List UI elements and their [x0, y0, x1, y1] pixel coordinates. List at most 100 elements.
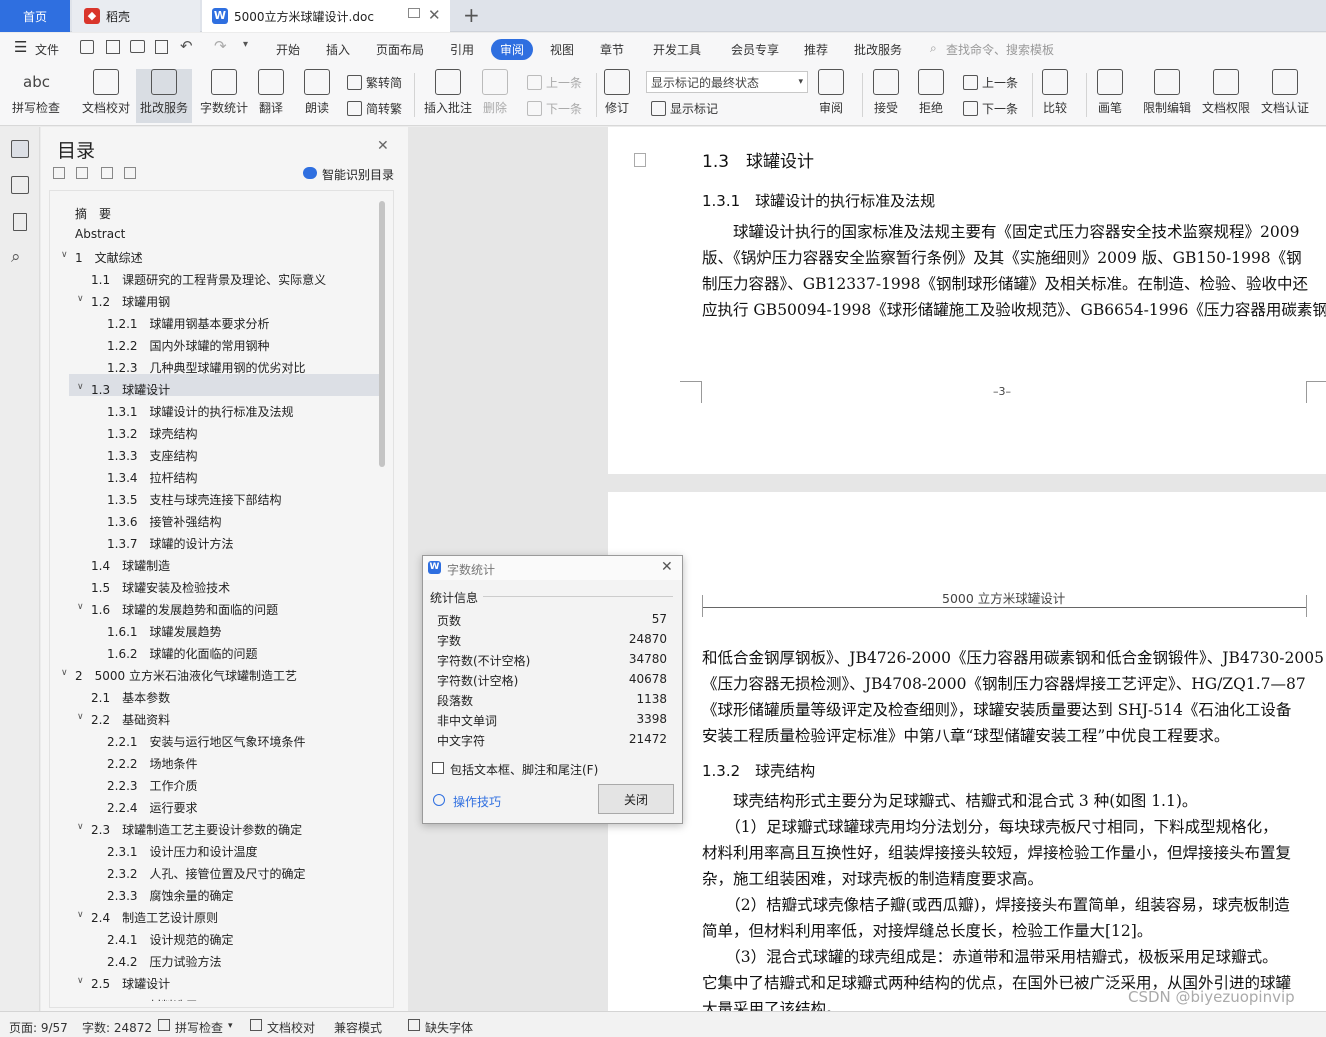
toc-item[interactable]: ∨ 2.3 球罐制造工艺主要设计参数的确定	[41, 817, 377, 839]
markup-state-select[interactable]: 显示标记的最终状态 ▾	[646, 71, 808, 93]
toc-item[interactable]: ∨ 2.5 球罐设计	[41, 971, 377, 993]
status-word-count[interactable]: 字数: 24872	[82, 1019, 152, 1036]
status-missing-font[interactable]: 缺失字体	[425, 1019, 473, 1036]
toc-expand-chevron-icon[interactable]: ∨	[77, 976, 84, 986]
delete-comment-button[interactable]: 删除	[482, 69, 508, 116]
menu-recommend[interactable]: 推荐	[804, 41, 828, 58]
toc-item[interactable]: Abstract	[41, 223, 377, 245]
tab-daoke[interactable]: ◆ 稻壳	[72, 0, 200, 32]
toc-item[interactable]: 2.1 基本参数	[41, 685, 377, 707]
doc-cert-button[interactable]: 文档认证	[1261, 69, 1309, 116]
tab-restore-icon[interactable]	[408, 8, 420, 18]
show-markup-button[interactable]: 显示标记	[651, 100, 718, 117]
toc-item[interactable]: ∨ 1 文献综述	[41, 245, 377, 267]
toc-item[interactable]: 1.2.1 球罐用钢基本要求分析	[41, 311, 377, 333]
toc-item[interactable]: 1.3.1 球罐设计的执行标准及法规	[41, 399, 377, 421]
toc-expand-chevron-icon[interactable]: ∨	[61, 250, 68, 260]
quick-access-dropdown-icon[interactable]: ▾	[243, 39, 248, 50]
toc-item[interactable]: ∨ 2 5000 立方米石油液化气球罐制造工艺	[41, 663, 377, 685]
toc-item[interactable]: 1.6.1 球罐发展趋势	[41, 619, 377, 641]
tab-home[interactable]: 首页	[0, 0, 70, 32]
menu-chapter[interactable]: 章节	[600, 41, 624, 58]
menu-file[interactable]: 文件	[35, 41, 59, 58]
revise-service-button[interactable]: 批改服务	[136, 69, 192, 123]
read-aloud-button[interactable]: 朗读	[304, 69, 330, 116]
hamburger-icon[interactable]: ☰	[14, 38, 27, 56]
toc-item[interactable]: ∨ 2.4 制造工艺设计原则	[41, 905, 377, 927]
status-compat-mode[interactable]: 兼容模式	[334, 1019, 382, 1036]
toc-item[interactable]: ∨ 2.2 基础资料	[41, 707, 377, 729]
toc-expand-chevron-icon[interactable]: ∨	[77, 602, 84, 612]
tab-document[interactable]: W 5000立方米球罐设计.doc ✕	[202, 0, 450, 32]
menu-review[interactable]: 审阅	[491, 39, 534, 60]
navigation-icon[interactable]	[11, 176, 29, 194]
undo-icon[interactable]: ↶	[180, 37, 193, 55]
toc-item[interactable]: 2.2.3 工作介质	[41, 773, 377, 795]
toc-item[interactable]: 1.3.3 支座结构	[41, 443, 377, 465]
status-spell-check[interactable]: 拼写检查	[175, 1019, 223, 1036]
next-comment-button[interactable]: 下一条	[527, 100, 582, 117]
track-changes-button[interactable]: 修订	[604, 69, 630, 116]
proofread-button[interactable]: 文档校对	[82, 69, 130, 116]
prev-change-button[interactable]: 上一条	[963, 74, 1018, 91]
toc-item[interactable]: 2.3.3 腐蚀余量的确定	[41, 883, 377, 905]
toc-item[interactable]: 1.5 球罐安装及检验技术	[41, 575, 377, 597]
toc-item[interactable]: 1.3.6 接管补强结构	[41, 509, 377, 531]
toc-item[interactable]: 1.3.2 球壳结构	[41, 421, 377, 443]
toc-item[interactable]: 2.4.2 压力试验方法	[41, 949, 377, 971]
toc-item[interactable]: ∨ 1.3 球罐设计	[41, 377, 377, 399]
bookmark-icon[interactable]	[13, 213, 27, 231]
chevron-down-icon[interactable]: ▾	[228, 1021, 233, 1031]
toc-item[interactable]: 2.2.4 运行要求	[41, 795, 377, 817]
menu-insert[interactable]: 插入	[326, 41, 350, 58]
word-count-button[interactable]: 字数统计	[200, 69, 248, 116]
next-change-button[interactable]: 下一条	[963, 100, 1018, 117]
toc-item[interactable]: 1.3.7 球罐的设计方法	[41, 531, 377, 553]
dialog-close-icon[interactable]: ✕	[661, 559, 673, 575]
toc-expand-chevron-icon[interactable]: ∨	[77, 910, 84, 920]
toc-item[interactable]: ∨ 1.6 球罐的发展趋势和面临的问题	[41, 597, 377, 619]
toc-item[interactable]: 1.2.3 几种典型球罐用钢的优劣对比	[41, 355, 377, 377]
find-icon[interactable]: ⌕	[11, 247, 29, 267]
toc-item[interactable]: 摘 要	[41, 201, 377, 223]
menu-reference[interactable]: 引用	[450, 41, 474, 58]
menu-start[interactable]: 开始	[276, 41, 300, 58]
review-pane-button[interactable]: 审阅	[818, 69, 844, 116]
print-icon[interactable]	[130, 40, 145, 53]
toc-item[interactable]: 2.3.2 人孔、接管位置及尺寸的确定	[41, 861, 377, 883]
toc-item[interactable]: 2.3.1 设计压力和设计温度	[41, 839, 377, 861]
trad-to-simp-button[interactable]: 繁转简	[347, 74, 402, 91]
command-search-input[interactable]: 查找命令、搜索模板	[946, 41, 1054, 58]
toc-item[interactable]: 1.4 球罐制造	[41, 553, 377, 575]
include-notes-checkbox[interactable]	[432, 762, 444, 774]
menu-member[interactable]: 会员专享	[731, 41, 779, 58]
redo-icon[interactable]: ↷	[214, 37, 227, 55]
toc-expand-chevron-icon[interactable]: ∨	[61, 668, 68, 678]
pen-button[interactable]: 画笔	[1097, 69, 1123, 116]
print-preview-icon[interactable]	[155, 40, 168, 54]
toc-item[interactable]: ∨ 1.2 球罐用钢	[41, 289, 377, 311]
prev-comment-button[interactable]: 上一条	[527, 74, 582, 91]
toc-item[interactable]: 1.1 课题研究的工程背景及理论、实际意义	[41, 267, 377, 289]
toc-item[interactable]: 1.3.5 支柱与球壳连接下部结构	[41, 487, 377, 509]
save-icon[interactable]	[80, 40, 94, 54]
insert-comment-button[interactable]: 插入批注	[424, 69, 472, 116]
status-proofread[interactable]: 文档校对	[267, 1019, 315, 1036]
spell-check-button[interactable]: abc 拼写检查	[12, 69, 60, 116]
export-pdf-icon[interactable]	[106, 40, 120, 54]
toc-expand-chevron-icon[interactable]: ∨	[77, 294, 84, 304]
toc-expand-chevron-icon[interactable]: ∨	[77, 712, 84, 722]
simp-to-trad-button[interactable]: 简转繁	[347, 100, 402, 117]
translate-button[interactable]: 翻译	[258, 69, 284, 116]
menu-dev-tools[interactable]: 开发工具	[653, 41, 701, 58]
toc-item[interactable]: 2.4.1 设计规范的确定	[41, 927, 377, 949]
toc-item[interactable]: 1.2.2 国内外球罐的常用钢种	[41, 333, 377, 355]
reject-button[interactable]: 拒绝	[918, 69, 944, 116]
tips-link[interactable]: 操作技巧	[453, 793, 501, 810]
toc-expand-chevron-icon[interactable]: ∨	[77, 382, 84, 392]
toc-item[interactable]: 2.2.1 安装与运行地区气象环境条件	[41, 729, 377, 751]
menu-page-layout[interactable]: 页面布局	[376, 41, 424, 58]
status-page[interactable]: 页面: 9/57	[9, 1019, 68, 1036]
toc-item[interactable]: 1.3.4 拉杆结构	[41, 465, 377, 487]
new-tab-icon[interactable]: +	[463, 3, 480, 27]
